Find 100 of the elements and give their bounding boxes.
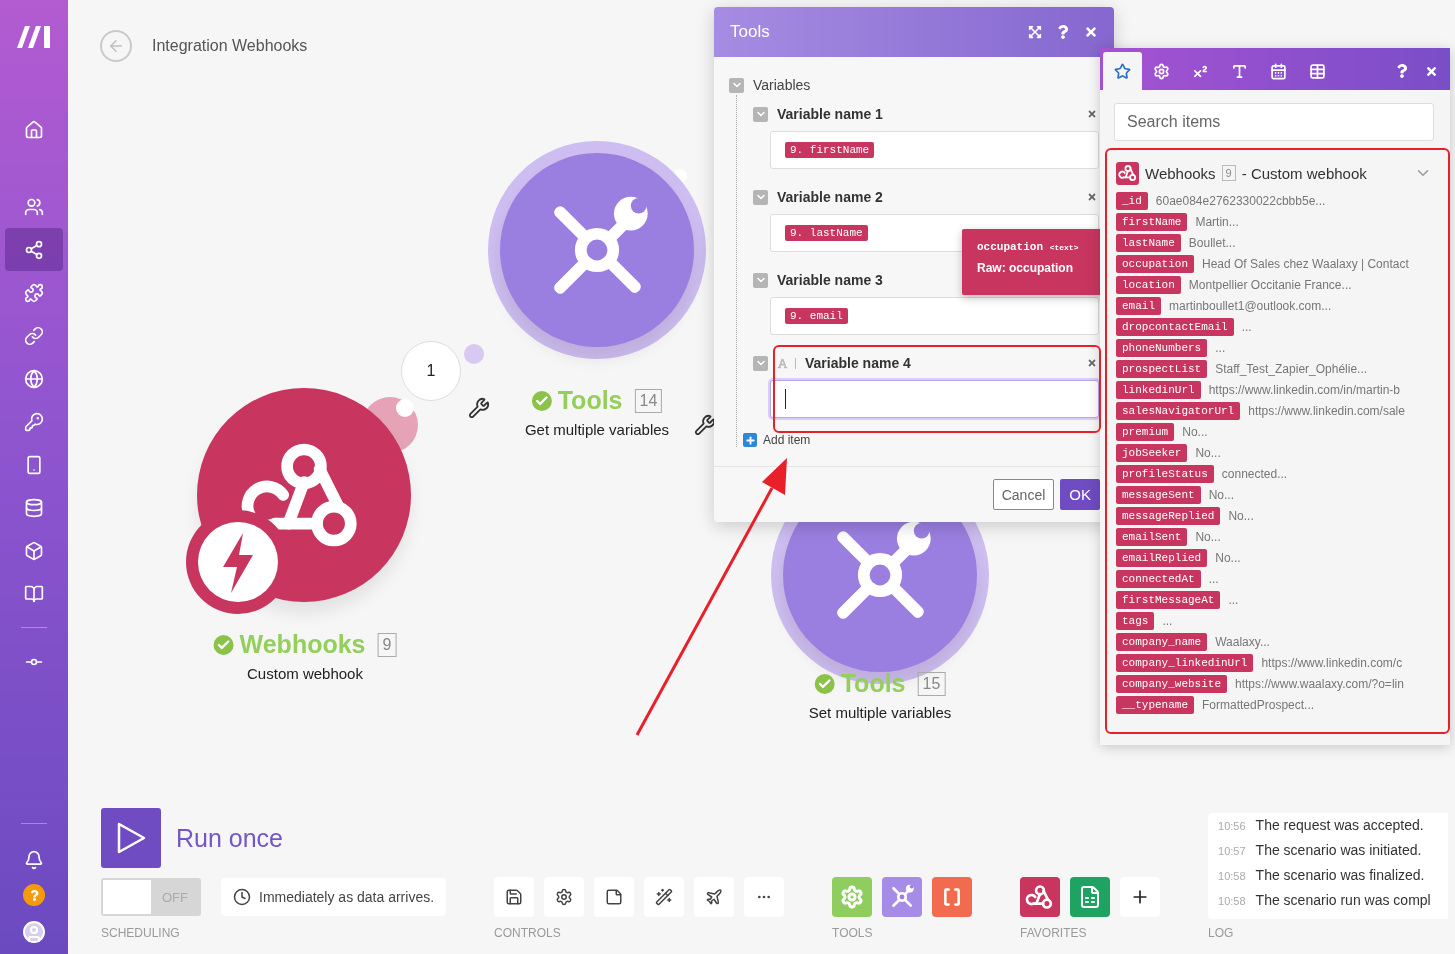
play-icon <box>115 821 147 855</box>
field-key[interactable]: occupation <box>1116 254 1194 273</box>
field-key[interactable]: premium <box>1116 422 1175 441</box>
module-subtitle: Get multiple variables <box>524 421 670 438</box>
collapse-toggle[interactable] <box>729 77 744 93</box>
collapse-toggle[interactable] <box>753 106 768 122</box>
wrench-icon[interactable] <box>468 397 490 419</box>
collapse-toggle[interactable] <box>753 189 768 205</box>
field-key[interactable]: __typename <box>1116 695 1194 714</box>
field-key[interactable]: salesNavigatorUrl <box>1116 401 1241 420</box>
field-key[interactable]: location <box>1116 275 1181 294</box>
field-key[interactable]: emailSent <box>1116 527 1188 546</box>
field-value: ... <box>1241 319 1252 334</box>
wrench-icon[interactable] <box>694 414 716 436</box>
field-key[interactable]: company_name <box>1116 632 1208 651</box>
field-key[interactable]: messageSent <box>1116 485 1201 504</box>
field-key[interactable]: emailReplied <box>1116 548 1208 567</box>
module-id: 9 <box>377 632 397 657</box>
field-key[interactable]: dropcontactEmail <box>1116 317 1234 336</box>
log-message: The request was accepted. <box>1255 817 1424 833</box>
field-key[interactable]: company_website <box>1116 674 1228 693</box>
field-key[interactable]: connectedAt <box>1116 569 1201 588</box>
help-button[interactable] <box>1395 64 1409 78</box>
variable-input[interactable] <box>770 380 1099 418</box>
field-value: Waalaxy... <box>1215 634 1270 649</box>
field-key[interactable]: phoneNumbers <box>1116 338 1208 357</box>
log-time: 10:57 <box>1218 845 1246 857</box>
save-button[interactable] <box>494 877 535 917</box>
variable-label: Variable name 4 <box>805 355 912 371</box>
help-button[interactable] <box>1056 25 1070 39</box>
flow-button[interactable] <box>694 877 735 917</box>
close-button[interactable] <box>1084 25 1098 39</box>
add-item-button[interactable]: Add item <box>743 433 811 447</box>
field-key[interactable]: lastName <box>1116 233 1181 252</box>
sheets-favorite[interactable] <box>1070 877 1111 917</box>
section-label: FAVORITES <box>1020 926 1088 940</box>
avatar-icon[interactable] <box>22 920 46 944</box>
collapse-toggle[interactable] <box>753 355 768 371</box>
add-favorite-button[interactable] <box>1120 877 1161 917</box>
field-key[interactable]: linkedinUrl <box>1116 380 1201 399</box>
variable-input[interactable]: 9. email <box>770 297 1099 335</box>
remove-button[interactable] <box>1087 358 1097 368</box>
module-id: 9 <box>1221 165 1236 181</box>
note-icon <box>605 888 624 906</box>
close-button[interactable] <box>1425 64 1438 78</box>
collapse-toggle[interactable] <box>753 272 768 288</box>
webhooks-favorite[interactable] <box>1020 877 1061 917</box>
users-icon <box>24 196 44 217</box>
notes-button[interactable] <box>594 877 635 917</box>
schedule-setting[interactable]: Immediately as data arrives. <box>221 878 447 916</box>
module-id: 14 <box>634 388 663 413</box>
field-value: martinboullet1@outlook.com... <box>1169 298 1332 313</box>
tools-tool[interactable] <box>882 877 923 917</box>
cancel-button[interactable]: Cancel <box>992 479 1055 510</box>
variable-input[interactable]: 9. firstName <box>770 131 1099 169</box>
plane-icon <box>705 888 724 906</box>
remove-button[interactable] <box>1087 192 1097 202</box>
json-tool[interactable] <box>932 877 973 917</box>
search-field[interactable]: Search items <box>1114 103 1434 141</box>
field-value: connected... <box>1221 466 1288 481</box>
variable-label: Variable name 1 <box>777 106 884 122</box>
field-key[interactable]: firstName <box>1116 212 1188 231</box>
puzzle-icon <box>24 282 44 303</box>
auto-align-button[interactable] <box>644 877 685 917</box>
field-key[interactable]: prospectList <box>1116 359 1208 378</box>
field-value: https://www.linkedin.com/in/martin-b <box>1208 382 1401 397</box>
webhook-icon <box>1117 163 1138 183</box>
field-value: https://www.waalaxy.com/?o=lin <box>1235 676 1404 691</box>
field-key[interactable]: tags <box>1116 611 1155 630</box>
module-name: Tools <box>557 386 623 415</box>
mapped-token[interactable]: 9. lastName <box>785 225 868 241</box>
bundle-count-bubble[interactable]: 1 <box>401 341 461 401</box>
field-key[interactable]: firstMessageAt <box>1116 590 1221 609</box>
lightning-icon <box>197 521 279 603</box>
field-value: ... <box>1215 340 1226 355</box>
module-id: 15 <box>917 671 946 696</box>
settings-button[interactable] <box>544 877 585 917</box>
field-key[interactable]: messageReplied <box>1116 506 1221 525</box>
star-icon <box>1114 62 1131 80</box>
field-key[interactable]: _id <box>1116 191 1148 210</box>
sidebar-item[interactable] <box>5 228 63 271</box>
field-key[interactable]: company_linkedinUrl <box>1116 653 1254 672</box>
gear-icon <box>1153 62 1170 80</box>
remove-button[interactable] <box>1087 109 1097 119</box>
field-key[interactable]: email <box>1116 296 1161 315</box>
help-icon[interactable] <box>23 884 45 906</box>
field-value: ... <box>1228 592 1239 607</box>
expand-button[interactable] <box>1028 25 1042 39</box>
field-value: No... <box>1182 424 1208 439</box>
run-once-button[interactable] <box>101 808 161 868</box>
field-key[interactable]: jobSeeker <box>1116 443 1188 462</box>
section-title: Variables <box>753 77 811 93</box>
field-value: No... <box>1208 487 1234 502</box>
field-key[interactable]: profileStatus <box>1116 464 1214 483</box>
field-value: Staff_Test_Zapier_Ophélie... <box>1215 361 1368 376</box>
ok-button[interactable]: OK <box>1060 479 1100 510</box>
bell-icon[interactable] <box>24 850 44 870</box>
mapped-token[interactable]: 9. email <box>785 308 848 324</box>
panel-tab[interactable] <box>1103 52 1142 90</box>
mapped-token[interactable]: 9. firstName <box>785 142 875 158</box>
